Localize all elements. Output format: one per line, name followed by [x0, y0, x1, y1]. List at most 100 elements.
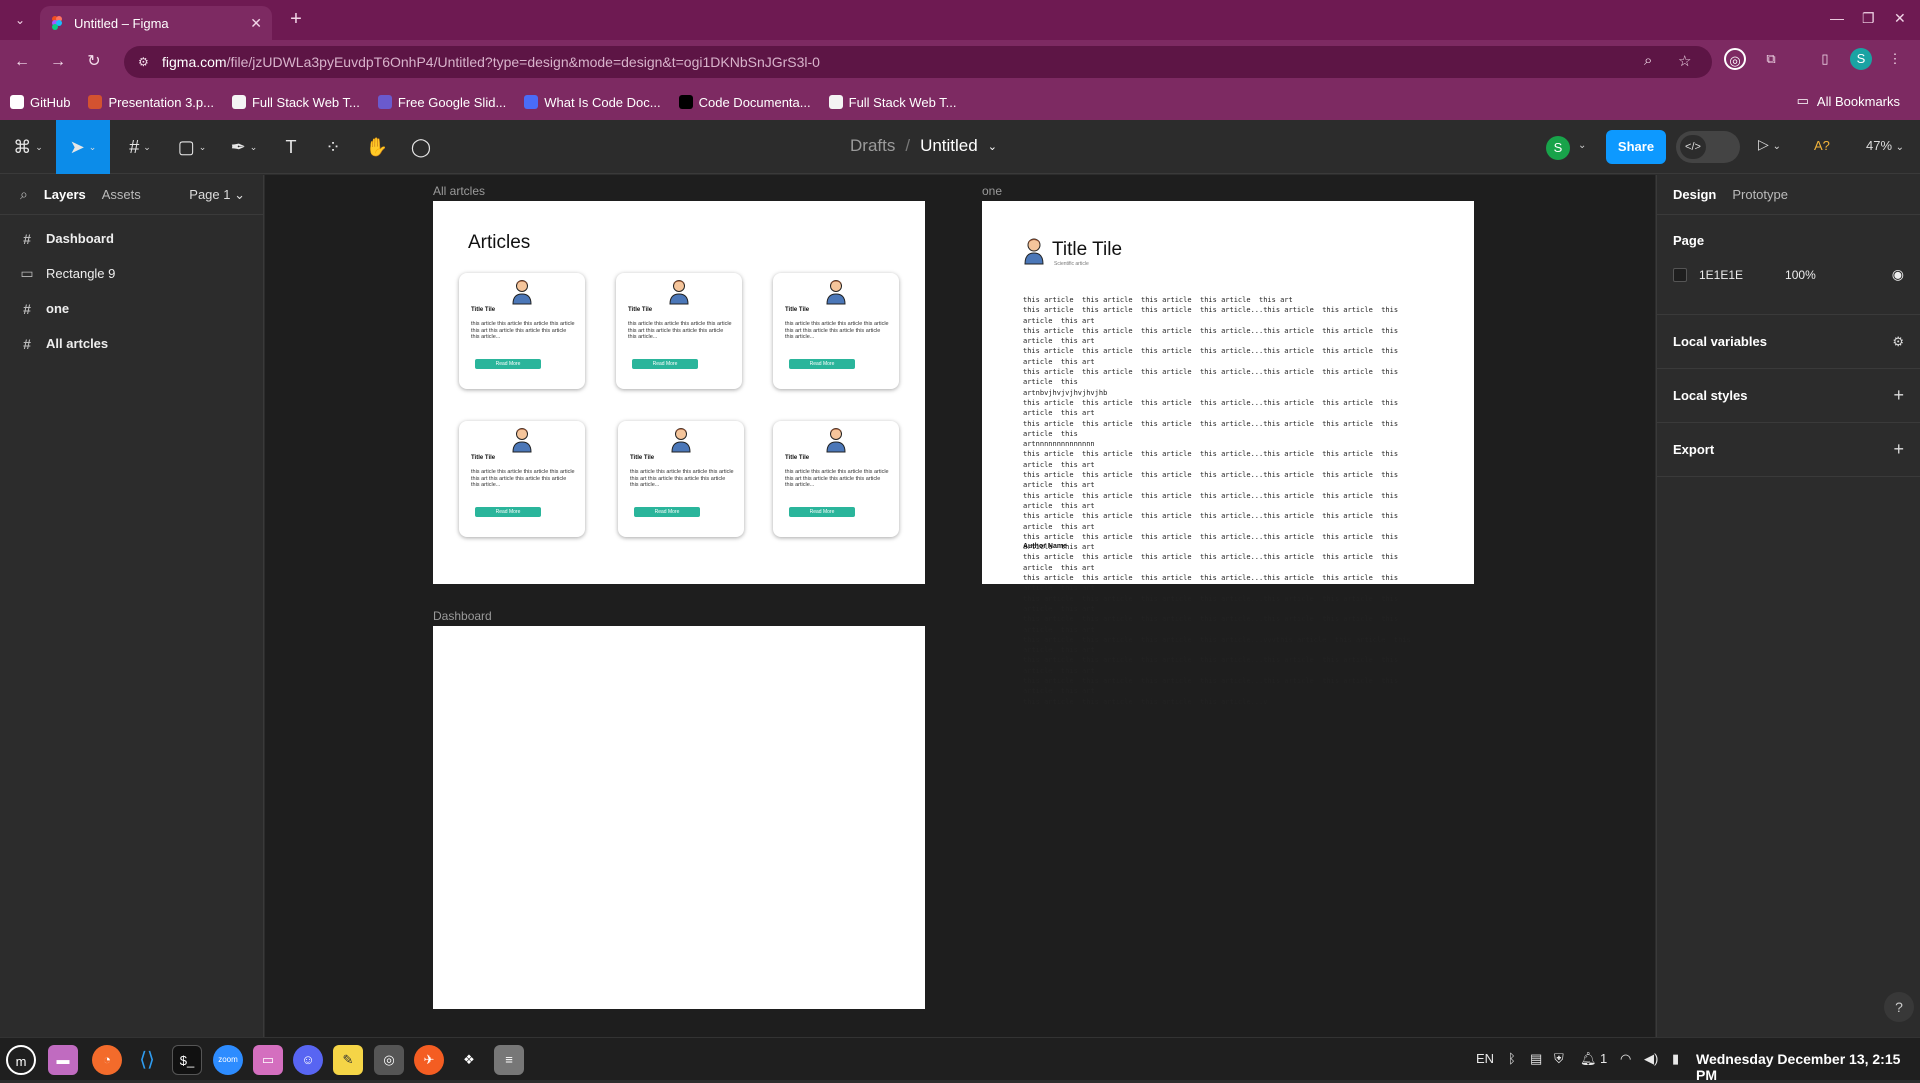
- missing-fonts-indicator[interactable]: A?: [1814, 138, 1830, 153]
- close-window-icon[interactable]: ✕: [1894, 10, 1906, 27]
- tab-assets[interactable]: Assets: [102, 187, 141, 202]
- export-section[interactable]: Export +: [1657, 423, 1920, 477]
- battery-icon[interactable]: ▮: [1672, 1051, 1679, 1067]
- side-panel-icon[interactable]: ▯: [1814, 48, 1836, 70]
- layer-item-rectangle-9[interactable]: ▭ Rectangle 9: [0, 256, 263, 291]
- firefox-icon[interactable]: ◔: [92, 1045, 122, 1075]
- keyboard-language[interactable]: EN: [1476, 1051, 1494, 1066]
- bookmark-star-icon[interactable]: ☆: [1678, 52, 1691, 70]
- chrome-icon[interactable]: ◎: [374, 1045, 404, 1075]
- new-tab-button[interactable]: +: [284, 8, 308, 32]
- minimize-icon[interactable]: —: [1830, 10, 1844, 26]
- read-more-button[interactable]: Read More: [475, 359, 541, 369]
- forward-icon[interactable]: →: [48, 52, 68, 72]
- chevron-down-icon[interactable]: ⌄: [988, 140, 997, 153]
- shield-icon[interactable]: ⛨: [1554, 1051, 1564, 1067]
- article-card[interactable]: Title Tile this article this article this…: [618, 421, 744, 537]
- bookmark-item[interactable]: GitHub: [10, 95, 70, 110]
- frame-label-dashboard[interactable]: Dashboard: [433, 609, 492, 623]
- article-card[interactable]: Title Tile this article this article this…: [616, 273, 742, 389]
- site-info-icon[interactable]: ⚙: [138, 55, 152, 69]
- frame-all-artcles[interactable]: Articles Title Tile this article this art…: [433, 201, 925, 584]
- bookmark-item[interactable]: Code Documenta...: [678, 95, 811, 110]
- user-avatar[interactable]: S: [1546, 136, 1570, 160]
- mint-menu-icon[interactable]: m: [6, 1045, 36, 1075]
- bookmark-item[interactable]: Free Google Slid...: [377, 95, 506, 110]
- variables-settings-icon[interactable]: ⚙: [1892, 334, 1904, 350]
- page-color-hex[interactable]: 1E1E1E: [1699, 268, 1743, 282]
- eye-icon[interactable]: ◉: [1892, 266, 1904, 283]
- hand-tool-icon[interactable]: ✋: [362, 120, 392, 174]
- browser-tab-figma[interactable]: Untitled – Figma ✕: [40, 6, 272, 40]
- frame-label-all-artcles[interactable]: All artcles: [433, 184, 485, 198]
- volume-icon[interactable]: ◀︎): [1644, 1051, 1658, 1067]
- avatar-chevron-icon[interactable]: ⌄: [1578, 140, 1586, 151]
- frame-one[interactable]: Title Tile Scientific article this artic…: [982, 201, 1474, 706]
- notifications-icon[interactable]: 🔔︎: [1580, 1051, 1597, 1067]
- bookmark-item[interactable]: Presentation 3.p...: [88, 95, 214, 110]
- layer-item-all-artcles[interactable]: # All artcles: [0, 326, 263, 361]
- file-name[interactable]: Untitled: [920, 136, 978, 156]
- extension-icon[interactable]: ◎: [1724, 48, 1746, 70]
- bookmark-item[interactable]: Full Stack Web T...: [828, 95, 957, 110]
- figma-app-icon[interactable]: ❖: [454, 1045, 484, 1075]
- add-export-plus-icon[interactable]: +: [1893, 439, 1904, 460]
- rectangle-tool-icon[interactable]: ▢ ⌄: [170, 120, 214, 174]
- database-icon[interactable]: ≡: [494, 1045, 524, 1075]
- article-card[interactable]: Title Tile this article this article this…: [459, 421, 585, 537]
- zoom-lens-icon[interactable]: ⌕: [1644, 52, 1652, 69]
- tab-layers[interactable]: Layers: [44, 187, 86, 202]
- comment-tool-icon[interactable]: ◯: [406, 120, 436, 174]
- move-tool-icon[interactable]: ➤ ⌄: [56, 120, 110, 174]
- bookmark-item[interactable]: Full Stack Web T...: [231, 95, 360, 110]
- terminal-icon[interactable]: $_: [172, 1045, 202, 1075]
- profile-avatar[interactable]: S: [1850, 48, 1872, 70]
- folder-icon[interactable]: ▭: [253, 1045, 283, 1075]
- layer-item-dashboard[interactable]: # Dashboard: [0, 221, 263, 256]
- article-card[interactable]: Title Tile this article this article this…: [459, 273, 585, 389]
- pen-tool-icon[interactable]: ✒ ⌄: [222, 120, 266, 174]
- resources-icon[interactable]: ⁘: [318, 120, 348, 174]
- search-icon[interactable]: ⌕: [20, 186, 28, 203]
- browser-menu-icon[interactable]: ⋮: [1884, 48, 1906, 70]
- notes-icon[interactable]: ✎: [333, 1045, 363, 1075]
- dev-mode-toggle[interactable]: </>: [1676, 131, 1740, 163]
- tab-search-button[interactable]: ⌄: [8, 8, 32, 32]
- design-canvas[interactable]: All artcles Articles Title Tile this arti…: [265, 175, 1655, 1037]
- frame-tool-icon[interactable]: # ⌄: [118, 120, 162, 174]
- zoom-menu[interactable]: 47% ⌄: [1866, 138, 1904, 153]
- bookmark-item[interactable]: What Is Code Doc...: [524, 95, 661, 110]
- read-more-button[interactable]: Read More: [789, 359, 855, 369]
- back-icon[interactable]: ←: [12, 52, 32, 72]
- help-button[interactable]: ?: [1884, 992, 1914, 1022]
- breadcrumb-drafts[interactable]: Drafts: [850, 136, 895, 156]
- zoom-app-icon[interactable]: zoom: [213, 1045, 243, 1075]
- local-styles-section[interactable]: Local styles +: [1657, 369, 1920, 423]
- read-more-button[interactable]: Read More: [475, 507, 541, 517]
- present-play-icon[interactable]: ▷ ⌄: [1758, 136, 1781, 153]
- tab-close-icon[interactable]: ✕: [250, 15, 262, 32]
- page-opacity[interactable]: 100%: [1785, 268, 1816, 282]
- discord-icon[interactable]: ☺: [293, 1045, 323, 1075]
- read-more-button[interactable]: Read More: [789, 507, 855, 517]
- tab-prototype[interactable]: Prototype: [1732, 187, 1788, 202]
- read-more-button[interactable]: Read More: [632, 359, 698, 369]
- clipboard-icon[interactable]: ▤: [1530, 1051, 1542, 1067]
- article-card[interactable]: Title Tile this article this article this…: [773, 273, 899, 389]
- main-menu-icon[interactable]: ⌘ ⌄: [8, 120, 48, 174]
- layer-item-one[interactable]: # one: [0, 291, 263, 326]
- page-fill-row[interactable]: 1E1E1E 100% ◉: [1673, 266, 1904, 283]
- wifi-icon[interactable]: ◠: [1620, 1051, 1631, 1067]
- reload-icon[interactable]: ↻: [84, 52, 104, 72]
- vscode-icon[interactable]: ⟨⟩: [132, 1045, 162, 1075]
- postman-icon[interactable]: ✈: [414, 1045, 444, 1075]
- bluetooth-icon[interactable]: ᛒ: [1508, 1051, 1516, 1066]
- all-bookmarks-button[interactable]: ▭ All Bookmarks: [1797, 93, 1900, 109]
- frame-dashboard[interactable]: [433, 626, 925, 1009]
- system-clock[interactable]: Wednesday December 13, 2:15 PM: [1696, 1051, 1920, 1083]
- read-more-button[interactable]: Read More: [634, 507, 700, 517]
- tab-design[interactable]: Design: [1673, 187, 1716, 202]
- share-button[interactable]: Share: [1606, 130, 1666, 164]
- page-selector[interactable]: Page 1 ⌄: [189, 187, 245, 203]
- frame-label-one[interactable]: one: [982, 184, 1002, 198]
